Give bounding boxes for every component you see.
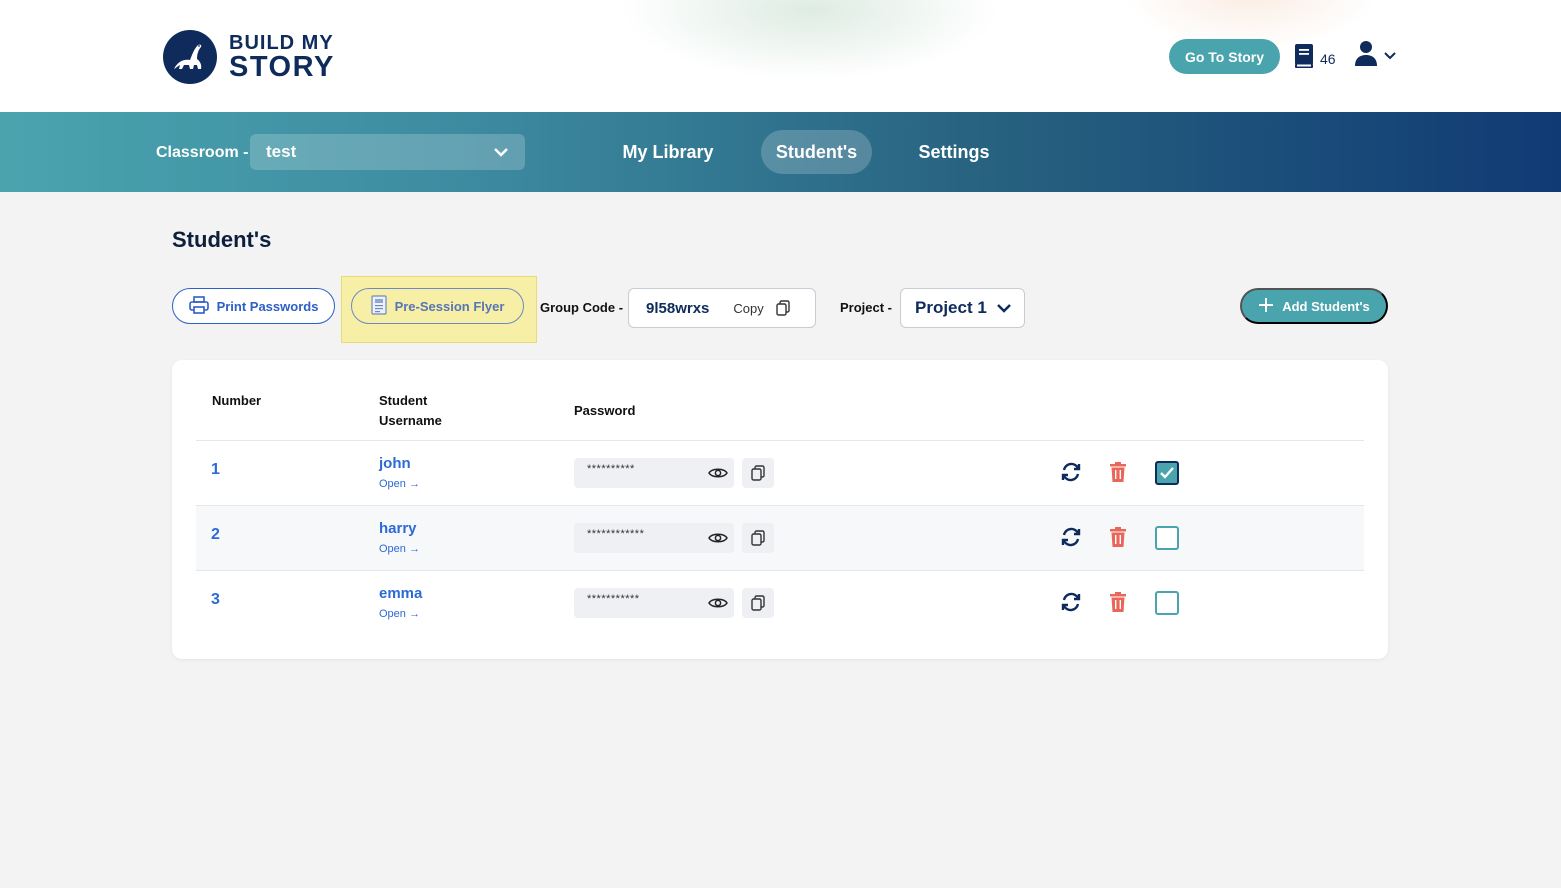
student-username-link[interactable]: harry [379, 520, 417, 537]
password-field: ********** [574, 458, 734, 488]
user-menu[interactable] [1354, 40, 1396, 71]
header-username-line-2: Username [379, 413, 442, 428]
print-passwords-label: Print Passwords [216, 298, 319, 314]
page-title: Student's [172, 227, 272, 252]
copy-icon [751, 530, 765, 546]
copy-icon [751, 465, 765, 481]
password-mask: *********** [587, 593, 640, 605]
document-icon [370, 294, 387, 318]
print-passwords-button[interactable]: Print Passwords [172, 288, 335, 324]
open-student-link[interactable]: Open → [379, 608, 420, 620]
password-mask: ************ [587, 528, 645, 540]
refresh-icon[interactable] [1060, 591, 1082, 618]
open-student-link[interactable]: Open → [379, 478, 420, 490]
group-code-box: 9l58wrxs Copy [628, 288, 816, 328]
add-students-button[interactable]: Add Student's [1240, 288, 1388, 324]
add-students-label: Add Student's [1282, 298, 1370, 314]
header-username: Student Username [379, 391, 442, 431]
row-number: 3 [211, 591, 220, 608]
trash-icon[interactable] [1109, 461, 1127, 488]
logo-line-1: BUILD MY [229, 31, 334, 54]
chevron-down-icon [996, 298, 1012, 318]
pre-session-flyer-button[interactable]: Pre-Session Flyer [351, 288, 524, 324]
header-password: Password [574, 403, 636, 418]
top-header: BUILD MY STORY Go To Story 46 [0, 0, 1561, 112]
refresh-icon[interactable] [1060, 526, 1082, 553]
row-select-checkbox[interactable] [1155, 591, 1179, 615]
password-field: *********** [574, 588, 734, 618]
logo[interactable]: BUILD MY STORY [163, 30, 335, 84]
copy-icon [751, 595, 765, 611]
copy-password-button[interactable] [742, 523, 774, 553]
nav-students[interactable]: Student's [761, 130, 872, 174]
row-number: 2 [211, 526, 220, 543]
nav-my-library[interactable]: My Library [606, 130, 730, 174]
printer-icon [188, 295, 209, 317]
copy-password-button[interactable] [742, 458, 774, 488]
password-field: ************ [574, 523, 734, 553]
books-count: 46 [1320, 50, 1336, 67]
logo-text: BUILD MY STORY [229, 33, 335, 82]
project-select[interactable]: Project 1 [900, 288, 1025, 328]
classroom-select[interactable]: test [250, 134, 525, 170]
copy-group-code-button[interactable]: Copy [733, 301, 763, 316]
group-code-label: Group Code - [540, 300, 624, 315]
chevron-down-icon [493, 142, 509, 162]
go-to-story-button[interactable]: Go To Story [1169, 39, 1280, 74]
students-table: Number Student Username Password 1 john … [172, 360, 1388, 659]
row-select-checkbox[interactable] [1155, 526, 1179, 550]
books-counter[interactable]: 46 [1294, 43, 1336, 74]
project-label: Project - [840, 300, 893, 315]
eye-icon[interactable] [708, 596, 728, 610]
nav-settings[interactable]: Settings [904, 130, 1004, 174]
header-glow-decoration [620, 0, 1000, 80]
row-number: 1 [211, 461, 220, 478]
row-select-checkbox[interactable] [1155, 461, 1179, 485]
refresh-icon[interactable] [1060, 461, 1082, 488]
classroom-value: test [266, 142, 297, 161]
table-row: 3 emma Open → *********** [196, 570, 1364, 635]
plus-icon [1258, 297, 1274, 316]
chevron-down-icon [1384, 47, 1396, 65]
book-icon [1294, 43, 1314, 74]
password-mask: ********** [587, 463, 635, 475]
header-username-line-1: Student [379, 393, 428, 408]
pre-session-flyer-label: Pre-Session Flyer [394, 298, 505, 314]
user-icon [1354, 40, 1378, 71]
nav-bar: Classroom - test My Library Student's Se… [0, 112, 1561, 192]
table-row: 1 john Open → ********** [196, 440, 1364, 505]
student-username-link[interactable]: john [379, 455, 411, 472]
table-row: 2 harry Open → ************ [196, 505, 1364, 570]
open-student-link[interactable]: Open → [379, 543, 420, 555]
copy-password-button[interactable] [742, 588, 774, 618]
trash-icon[interactable] [1109, 526, 1127, 553]
trash-icon[interactable] [1109, 591, 1127, 618]
dinosaur-logo-icon [163, 30, 217, 84]
classroom-label: Classroom - [156, 144, 249, 161]
header-number: Number [212, 393, 262, 408]
eye-icon[interactable] [708, 466, 728, 480]
project-value: Project 1 [915, 298, 987, 317]
eye-icon[interactable] [708, 531, 728, 545]
student-username-link[interactable]: emma [379, 585, 422, 602]
group-code-value: 9l58wrxs [646, 299, 710, 317]
logo-line-2: STORY [229, 50, 335, 83]
copy-icon[interactable] [776, 300, 790, 316]
